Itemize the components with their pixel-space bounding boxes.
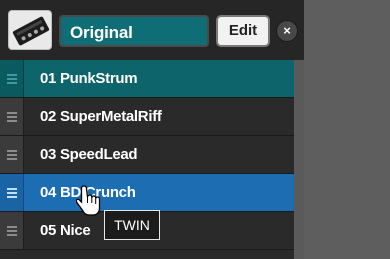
preset-name-text: Original [70,23,133,42]
list-item[interactable]: 03 SpeedLead [0,136,294,174]
list-scrollbar[interactable] [294,60,304,259]
list-item[interactable]: 01 PunkStrum [0,60,294,98]
preset-name-field[interactable]: Original [59,15,209,47]
drag-handle-icon[interactable] [0,212,24,249]
close-icon[interactable]: × [276,20,298,42]
list-item[interactable]: 04 BD Crunch [0,174,294,212]
drag-handle-icon[interactable] [0,60,24,97]
drag-handle-icon[interactable] [0,136,24,173]
tooltip: TWIN [104,210,160,240]
preset-label: 01 PunkStrum [40,70,138,87]
drag-handle-icon[interactable] [0,98,24,135]
preset-label: 03 SpeedLead [40,146,138,163]
edit-button[interactable]: Edit [216,15,270,47]
hand-pointer-icon [76,185,101,216]
preset-label: 02 SuperMetalRiff [40,108,162,125]
drag-handle-icon[interactable] [0,174,24,211]
preset-header: Original Edit × [0,0,304,60]
right-empty-area [304,0,390,259]
preset-label: 05 Nice [40,222,91,239]
amp-device-icon[interactable] [8,10,52,50]
list-item[interactable]: 02 SuperMetalRiff [0,98,294,136]
